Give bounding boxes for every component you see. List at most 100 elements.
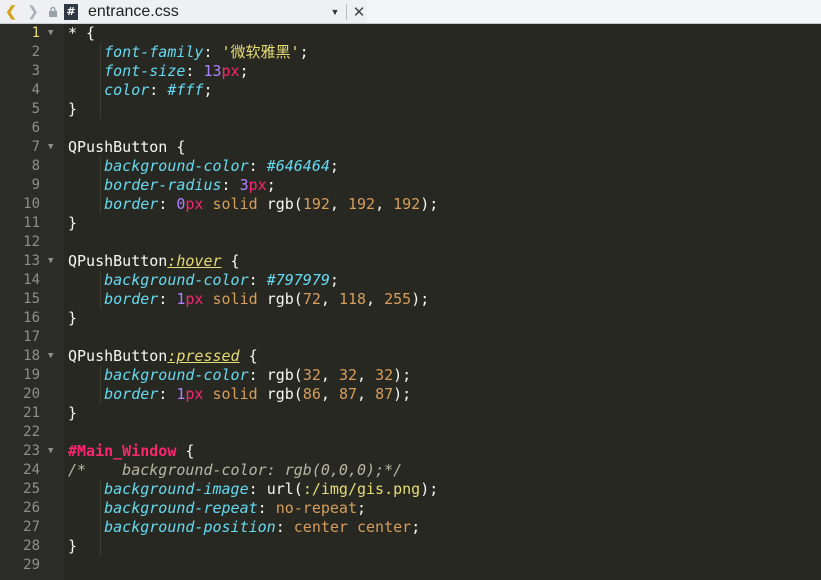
- lock-button[interactable]: [44, 0, 62, 23]
- code-line-28: }: [68, 537, 77, 556]
- keyword: solid: [203, 195, 267, 213]
- semicolon: ;: [420, 290, 430, 308]
- unit: px: [221, 62, 240, 80]
- property: border: [104, 290, 159, 308]
- fold-toggle-icon[interactable]: ▼: [48, 347, 58, 366]
- number: 32: [338, 366, 357, 384]
- property: background-color: [104, 157, 249, 175]
- number: 13: [203, 62, 222, 80]
- property: background-color: [104, 271, 249, 289]
- line-number-gutter: 1 ▼ 2 3 4 5 6 7 ▼ 8 9 10 11 12 13 ▼ 14 15 16 17 18 ▼ 19 20 21 22 2…: [0, 24, 64, 580]
- unit: px: [248, 176, 267, 194]
- semicolon: ;: [402, 385, 412, 403]
- line-number: 29: [23, 557, 40, 573]
- colon: :: [158, 385, 177, 403]
- code-line-4: color: #fff;: [68, 81, 213, 100]
- brace: }: [68, 404, 78, 422]
- number: 192: [302, 195, 330, 213]
- number: 32: [375, 366, 394, 384]
- code-editor[interactable]: 1 ▼ 2 3 4 5 6 7 ▼ 8 9 10 11 12 13 ▼ 14 15 16 17 18 ▼ 19 20 21 22 2…: [0, 24, 821, 580]
- paren: ): [420, 195, 430, 213]
- line-number: 19: [23, 367, 40, 383]
- line-number: 20: [23, 386, 40, 402]
- property: border: [104, 195, 159, 213]
- keyword-value: center center: [293, 518, 412, 536]
- semicolon: ;: [429, 195, 439, 213]
- number: 118: [338, 290, 367, 308]
- colon: :: [203, 43, 222, 61]
- colon: :: [158, 195, 177, 213]
- comma: ,: [329, 195, 348, 213]
- line-number: 1: [31, 25, 40, 41]
- paren: ): [393, 385, 403, 403]
- colon: :: [221, 176, 240, 194]
- comma: ,: [366, 290, 385, 308]
- color-value: #fff: [167, 81, 204, 99]
- colon: :: [158, 290, 177, 308]
- number: 3: [239, 176, 249, 194]
- property: border-radius: [104, 176, 222, 194]
- line-number: 5: [31, 101, 40, 117]
- line-number: 26: [23, 500, 40, 516]
- fold-toggle-icon[interactable]: ▼: [48, 24, 58, 43]
- tab-bar: ❮ ❯ # entrance.css ▼ ✕: [0, 0, 821, 24]
- line-number: 13: [23, 253, 40, 269]
- brace: }: [68, 309, 78, 327]
- chevron-left-icon: ❮: [5, 3, 17, 19]
- code-area[interactable]: * { font-family: '微软雅黑'; font-size: 13px…: [64, 24, 821, 580]
- brace: {: [239, 347, 258, 365]
- comma: ,: [320, 385, 339, 403]
- paren: ): [393, 366, 403, 384]
- line-number: 11: [23, 215, 40, 231]
- fold-toggle-icon[interactable]: ▼: [48, 138, 58, 157]
- code-line-15: border: 1px solid rgb(72, 118, 255);: [68, 290, 429, 309]
- line-number: 21: [23, 405, 40, 421]
- pseudo-class: :hover: [167, 252, 222, 270]
- number: 192: [347, 195, 376, 213]
- line-number: 9: [31, 177, 40, 193]
- property: background-position: [104, 518, 276, 536]
- line-number: 27: [23, 519, 40, 535]
- code-line-21: }: [68, 404, 77, 423]
- code-line-5: }: [68, 100, 77, 119]
- code-line-19: background-color: rgb(32, 32, 32);: [68, 366, 411, 385]
- function: rgb(: [266, 385, 303, 403]
- function: rgb(: [266, 195, 303, 213]
- property: background-color: [104, 366, 249, 384]
- keyword: solid: [203, 290, 267, 308]
- selector: QPushButton: [68, 138, 168, 156]
- line-number: 8: [31, 158, 40, 174]
- colon: :: [248, 480, 267, 498]
- color-value: #797979: [266, 271, 330, 289]
- tab-separator: [346, 3, 347, 20]
- line-number: 3: [31, 63, 40, 79]
- selector: QPushButton: [68, 252, 168, 270]
- code-line-14: background-color: #797979;: [68, 271, 339, 290]
- tab-dropdown-icon[interactable]: ▼: [328, 7, 342, 17]
- property: background-repeat: [104, 499, 258, 517]
- colon: :: [185, 62, 204, 80]
- tab-filename[interactable]: entrance.css: [88, 3, 328, 21]
- chevron-right-icon: ❯: [27, 3, 39, 19]
- forward-button[interactable]: ❯: [22, 0, 44, 23]
- property: font-family: [104, 43, 204, 61]
- semicolon: ;: [203, 81, 213, 99]
- code-line-1: * {: [68, 24, 95, 43]
- unit: px: [185, 195, 204, 213]
- brace: {: [77, 24, 96, 42]
- keyword: solid: [203, 385, 267, 403]
- fold-toggle-icon[interactable]: ▼: [48, 442, 58, 461]
- line-number: 24: [23, 462, 40, 478]
- line-number: 6: [31, 120, 40, 136]
- css-file-icon: #: [64, 3, 78, 20]
- comma: ,: [357, 366, 376, 384]
- fold-toggle-icon[interactable]: ▼: [48, 252, 58, 271]
- close-tab-icon[interactable]: ✕: [351, 3, 367, 21]
- line-number: 2: [31, 44, 40, 60]
- line-number: 17: [23, 329, 40, 345]
- brace: }: [68, 214, 78, 232]
- unit: px: [185, 290, 204, 308]
- comment: /* background-color: rgb(0,0,0);*/: [68, 461, 403, 479]
- back-button[interactable]: ❮: [0, 0, 22, 23]
- lock-icon: [49, 6, 57, 17]
